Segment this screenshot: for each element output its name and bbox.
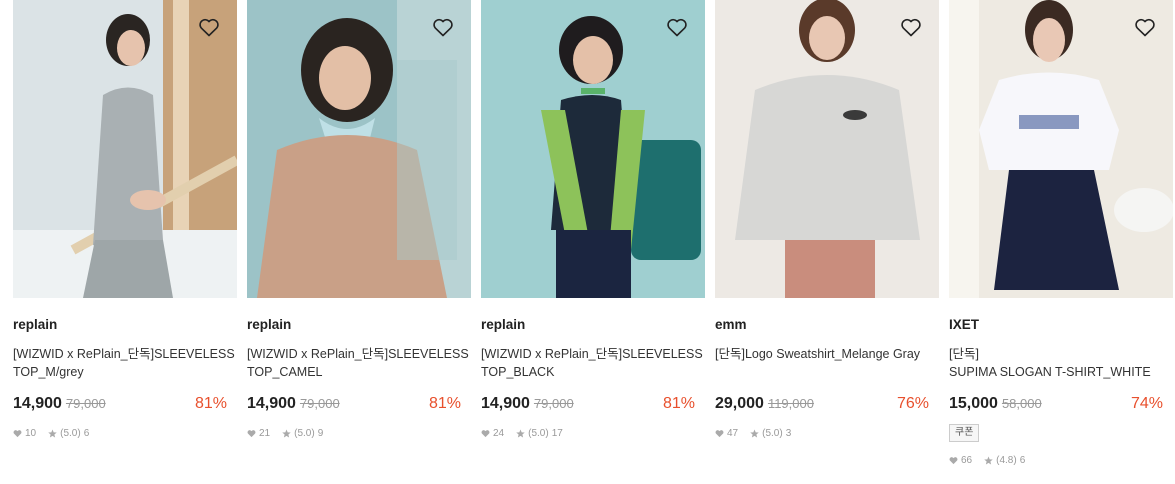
review-count: 6 <box>1019 454 1026 466</box>
product-meta: 47 (5.0) 3 <box>715 427 939 439</box>
sale-price: 29,000 <box>715 395 764 412</box>
brand-name[interactable]: emm <box>715 317 939 333</box>
product-photo <box>247 0 471 298</box>
discount-rate: 74% <box>1130 395 1163 412</box>
product-image[interactable] <box>949 0 1173 298</box>
product-card[interactable]: emm [단독]Logo Sweatshirt_Melange Gray 29,… <box>715 0 939 466</box>
discount-rate: 76% <box>896 395 929 412</box>
product-card[interactable]: IXET [단독] SUPIMA SLOGAN T-SHIRT_WHITE 15… <box>949 0 1173 466</box>
star-icon <box>984 455 993 465</box>
review-count: 6 <box>83 427 90 439</box>
like-count: 66 <box>961 454 973 466</box>
product-card[interactable]: replain [WIZWID x RePlain_단독]SLEEVELESS … <box>481 0 705 466</box>
product-meta: 24 (5.0) 17 <box>481 427 705 439</box>
sale-price: 14,900 <box>481 395 530 412</box>
star-icon <box>282 428 291 438</box>
wishlist-heart-icon[interactable] <box>1133 15 1157 39</box>
product-card[interactable]: replain [WIZWID x RePlain_단독]SLEEVELESS … <box>247 0 471 466</box>
price-row: 29,000 119,000 76% <box>715 395 939 415</box>
product-photo <box>481 0 705 298</box>
product-title-line: SUPIMA SLOGAN T-SHIRT_WHITE <box>949 365 1151 379</box>
sale-price: 15,000 <box>949 395 998 412</box>
product-meta: 21 (5.0) 9 <box>247 427 471 439</box>
heart-icon <box>715 429 724 438</box>
review-count: 17 <box>551 427 563 439</box>
price-row: 14,900 79,000 81% <box>247 395 471 415</box>
product-card[interactable]: replain [WIZWID x RePlain_단독]SLEEVELESS … <box>13 0 237 466</box>
rating-value: (4.8) <box>996 454 1017 466</box>
like-count: 47 <box>727 427 739 439</box>
product-photo <box>949 0 1173 298</box>
discount-rate: 81% <box>662 395 695 412</box>
sale-price: 14,900 <box>13 395 62 412</box>
price-row: 14,900 79,000 81% <box>481 395 705 415</box>
heart-icon <box>949 456 958 465</box>
brand-name[interactable]: replain <box>13 317 237 333</box>
review-count: 9 <box>317 427 324 439</box>
like-count: 10 <box>25 427 37 439</box>
product-title[interactable]: [WIZWID x RePlain_단독]SLEEVELESS TOP_M/gr… <box>13 345 237 381</box>
product-grid: replain [WIZWID x RePlain_단독]SLEEVELESS … <box>13 0 1173 466</box>
heart-icon <box>247 429 256 438</box>
product-title-line: [단독] <box>949 347 979 361</box>
review-count: 3 <box>785 427 792 439</box>
price-row: 15,000 58,000 74% <box>949 395 1173 415</box>
wishlist-heart-icon[interactable] <box>665 15 689 39</box>
brand-name[interactable]: IXET <box>949 317 1173 333</box>
brand-name[interactable]: replain <box>481 317 705 333</box>
star-icon <box>516 428 525 438</box>
product-image[interactable] <box>715 0 939 298</box>
product-meta: 10 (5.0) 6 <box>13 427 237 439</box>
sale-price: 14,900 <box>247 395 296 412</box>
product-photo <box>715 0 939 298</box>
star-icon <box>750 428 759 438</box>
coupon-badge: 쿠폰 <box>949 424 980 442</box>
discount-rate: 81% <box>428 395 461 412</box>
original-price: 119,000 <box>767 396 814 411</box>
discount-rate: 81% <box>194 395 227 412</box>
rating-value: (5.0) <box>60 427 81 439</box>
rating-value: (5.0) <box>762 427 783 439</box>
like-count: 24 <box>493 427 505 439</box>
price-row: 14,900 79,000 81% <box>13 395 237 415</box>
product-image[interactable] <box>481 0 705 298</box>
product-meta: 66 (4.8) 6 <box>949 454 1173 466</box>
heart-icon <box>13 429 22 438</box>
product-title[interactable]: [WIZWID x RePlain_단독]SLEEVELESS TOP_CAME… <box>247 345 471 381</box>
wishlist-heart-icon[interactable] <box>197 15 221 39</box>
product-title[interactable]: [단독]Logo Sweatshirt_Melange Gray <box>715 345 939 381</box>
original-price: 79,000 <box>533 396 574 411</box>
original-price: 79,000 <box>65 396 106 411</box>
rating-value: (5.0) <box>294 427 315 439</box>
wishlist-heart-icon[interactable] <box>431 15 455 39</box>
heart-icon <box>481 429 490 438</box>
rating-value: (5.0) <box>528 427 549 439</box>
product-title[interactable]: [단독] SUPIMA SLOGAN T-SHIRT_WHITE <box>949 345 1173 381</box>
product-image[interactable] <box>247 0 471 298</box>
original-price: 79,000 <box>299 396 340 411</box>
star-icon <box>48 428 57 438</box>
product-photo <box>13 0 237 298</box>
like-count: 21 <box>259 427 271 439</box>
product-image[interactable] <box>13 0 237 298</box>
original-price: 58,000 <box>1001 396 1042 411</box>
wishlist-heart-icon[interactable] <box>899 15 923 39</box>
product-title[interactable]: [WIZWID x RePlain_단독]SLEEVELESS TOP_BLAC… <box>481 345 705 381</box>
brand-name[interactable]: replain <box>247 317 471 333</box>
